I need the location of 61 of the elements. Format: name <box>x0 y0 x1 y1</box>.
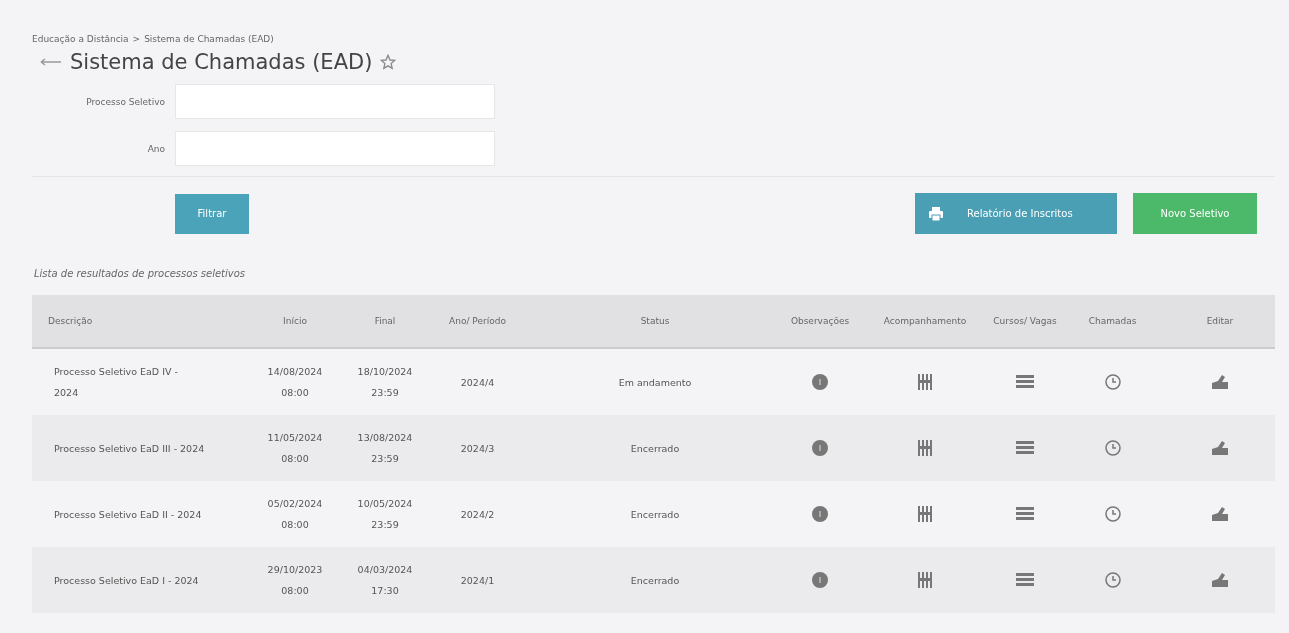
breadcrumb-separator: > <box>132 34 141 44</box>
filter-button[interactable]: Filtrar <box>175 193 249 234</box>
table-cell-text: 2024/1 <box>459 573 496 588</box>
table-cell-text: 10/05/2024 23:59 <box>356 497 414 532</box>
back-arrow-icon[interactable] <box>40 58 62 66</box>
clock-icon[interactable] <box>1104 440 1121 456</box>
input-field[interactable] <box>175 84 495 119</box>
breadcrumb-current: Sistema de Chamadas (EAD) <box>144 34 274 44</box>
table-cell-text: Processo Seletivo EaD II - 2024 <box>53 507 203 522</box>
bars-icon[interactable] <box>918 572 932 588</box>
column-header: Ano/ Período <box>448 316 507 326</box>
field-label: Ano <box>146 143 165 154</box>
table-caption: Lista de resultados de processos seletivos <box>34 268 247 279</box>
input-field[interactable] <box>175 131 495 166</box>
column-header: Acompanhamento <box>882 316 968 326</box>
info-icon[interactable] <box>812 440 828 456</box>
table-cell-text: 29/10/2023 08:00 <box>266 563 324 598</box>
column-header: Final <box>373 316 397 326</box>
column-header: Início <box>282 316 308 326</box>
column-header: Editar <box>1205 316 1235 326</box>
table-cell-text: 18/10/2024 23:59 <box>356 365 414 400</box>
page-title: Sistema de Chamadas (EAD) <box>70 50 373 74</box>
info-icon[interactable] <box>812 506 828 522</box>
column-header: Descrição <box>47 316 94 326</box>
bars-icon[interactable] <box>918 440 932 456</box>
star-icon[interactable] <box>380 54 397 70</box>
table-cell-text: 13/08/2024 23:59 <box>356 431 414 466</box>
printer-icon <box>929 206 943 221</box>
table-cell-text: 05/02/2024 08:00 <box>266 497 324 532</box>
new-button[interactable]: Novo Seletivo <box>1133 193 1257 234</box>
list-icon[interactable] <box>1016 573 1034 587</box>
table-cell-text: Encerrado <box>629 573 681 588</box>
table-cell-text: Encerrado <box>629 507 681 522</box>
table-cell-text: 2024/3 <box>459 441 496 456</box>
table-cell-text: 14/08/2024 08:00 <box>266 365 324 400</box>
table-cell-text: 11/05/2024 08:00 <box>266 431 324 466</box>
clock-icon[interactable] <box>1104 572 1121 588</box>
list-icon[interactable] <box>1016 507 1034 521</box>
info-icon[interactable] <box>812 572 828 588</box>
column-header: Observações <box>789 316 851 326</box>
column-header: Cursos/ Vagas <box>992 316 1058 326</box>
table-cell-text: Processo Seletivo EaD I - 2024 <box>53 573 200 588</box>
table-cell-text: 2024/2 <box>459 507 496 522</box>
breadcrumb-link[interactable]: Educação a Distância <box>32 34 129 44</box>
table-cell-text: 2024/4 <box>459 375 496 390</box>
list-icon[interactable] <box>1016 441 1034 455</box>
info-icon[interactable] <box>812 374 828 390</box>
table-cell-text: Em andamento <box>617 375 693 390</box>
report-button[interactable]: Relatório de Inscritos <box>915 193 1117 234</box>
table-cell-text: Encerrado <box>629 441 681 456</box>
bars-icon[interactable] <box>918 506 932 522</box>
table-cell-text: Processo Seletivo EaD IV - 2024 <box>53 365 179 400</box>
bars-icon[interactable] <box>918 374 932 390</box>
column-header: Chamadas <box>1087 316 1138 326</box>
clock-icon[interactable] <box>1104 506 1121 522</box>
list-icon[interactable] <box>1016 375 1034 389</box>
clock-icon[interactable] <box>1104 374 1121 390</box>
table-cell-text: Processo Seletivo EaD III - 2024 <box>53 441 206 456</box>
table-cell-text: 04/03/2024 17:30 <box>356 563 414 598</box>
column-header: Status <box>639 316 671 326</box>
field-label: Processo Seletivo <box>85 96 165 107</box>
